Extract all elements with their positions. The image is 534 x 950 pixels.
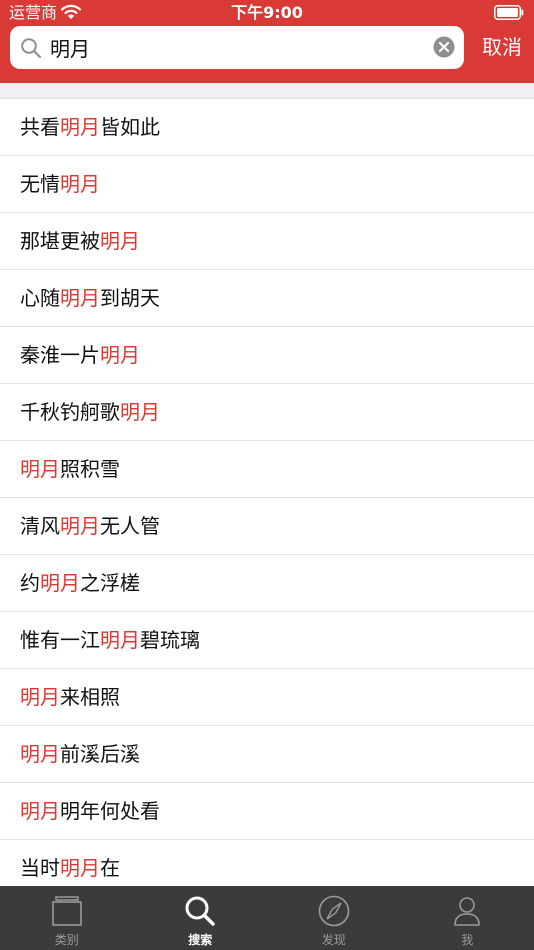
result-text-match: 明月 — [20, 742, 60, 766]
result-text-match: 明月 — [60, 286, 100, 310]
result-row[interactable]: 千秋钓舸歌明月 — [0, 384, 534, 441]
tab-label: 我 — [461, 933, 474, 947]
result-text-after: 碧琉璃 — [140, 628, 200, 652]
result-text-match: 明月 — [20, 457, 60, 481]
tab-label: 搜索 — [188, 933, 213, 947]
status-time: 下午9:00 — [231, 3, 303, 22]
status-bar: 运营商 下午9:00 — [0, 0, 534, 26]
tab-search[interactable]: 搜索 — [134, 886, 268, 950]
result-text-before: 当时 — [20, 856, 60, 880]
tab-category[interactable]: 类别 — [0, 886, 134, 950]
result-text-before: 共看 — [20, 115, 60, 139]
clear-icon[interactable] — [433, 36, 455, 58]
result-text-after: 无人管 — [100, 514, 160, 538]
search-box[interactable] — [10, 26, 464, 69]
result-text-match: 明月 — [100, 229, 140, 253]
result-text-after: 前溪后溪 — [60, 742, 140, 766]
result-text-after: 明年何处看 — [60, 799, 160, 823]
header: 运营商 下午9:00 取消 — [0, 0, 534, 83]
section-divider — [0, 83, 534, 99]
result-row[interactable]: 无情明月 — [0, 156, 534, 213]
result-row[interactable]: 惟有一江明月碧琉璃 — [0, 612, 534, 669]
result-text-match: 明月 — [100, 628, 140, 652]
result-text-after: 来相照 — [60, 685, 120, 709]
tab-bar: 类别 搜索 发现 我 — [0, 886, 534, 950]
result-row[interactable]: 清风明月无人管 — [0, 498, 534, 555]
result-row[interactable]: 那堪更被明月 — [0, 213, 534, 270]
result-text-before: 约 — [20, 571, 40, 595]
result-row[interactable]: 心随明月到胡天 — [0, 270, 534, 327]
result-row[interactable]: 明月照积雪 — [0, 441, 534, 498]
result-text-before: 千秋钓舸歌 — [20, 400, 120, 424]
tab-compass[interactable]: 发现 — [267, 886, 401, 950]
result-text-after: 皆如此 — [100, 115, 160, 139]
result-row[interactable]: 秦淮一片明月 — [0, 327, 534, 384]
result-row[interactable]: 当时明月在 — [0, 840, 534, 886]
result-text-match: 明月 — [20, 799, 60, 823]
result-text-after: 之浮槎 — [80, 571, 140, 595]
result-text-after: 在 — [100, 856, 120, 880]
search-input[interactable] — [50, 26, 430, 69]
result-row[interactable]: 明月明年何处看 — [0, 783, 534, 840]
result-row[interactable]: 共看明月皆如此 — [0, 99, 534, 156]
result-text-match: 明月 — [40, 571, 80, 595]
search-results-list: 共看明月皆如此 无情明月 那堪更被明月 心随明月到胡天 秦淮一片明月 千秋钓舸歌明月 明月照… — [0, 99, 534, 886]
result-text-before: 清风 — [20, 514, 60, 538]
result-text-match: 明月 — [120, 400, 160, 424]
result-row[interactable]: 明月前溪后溪 — [0, 726, 534, 783]
result-text-match: 明月 — [60, 115, 100, 139]
result-text-after: 照积雪 — [60, 457, 120, 481]
result-text-after: 到胡天 — [100, 286, 160, 310]
result-text-match: 明月 — [60, 856, 100, 880]
result-text-match: 明月 — [100, 343, 140, 367]
cancel-button[interactable]: 取消 — [470, 26, 534, 69]
result-text-match: 明月 — [20, 685, 60, 709]
result-text-before: 惟有一江 — [20, 628, 100, 652]
result-row[interactable]: 约明月之浮槎 — [0, 555, 534, 612]
tab-label: 发现 — [321, 933, 346, 947]
result-text-before: 那堪更被 — [20, 229, 100, 253]
battery-icon — [494, 5, 524, 20]
result-row[interactable]: 明月来相照 — [0, 669, 534, 726]
result-text-before: 秦淮一片 — [20, 343, 100, 367]
search-icon — [21, 38, 42, 59]
tab-person[interactable]: 我 — [401, 886, 534, 950]
result-text-before: 无情 — [20, 172, 60, 196]
result-text-match: 明月 — [60, 514, 100, 538]
tab-label: 类别 — [54, 933, 79, 947]
result-text-match: 明月 — [60, 172, 100, 196]
result-text-before: 心随 — [20, 286, 60, 310]
